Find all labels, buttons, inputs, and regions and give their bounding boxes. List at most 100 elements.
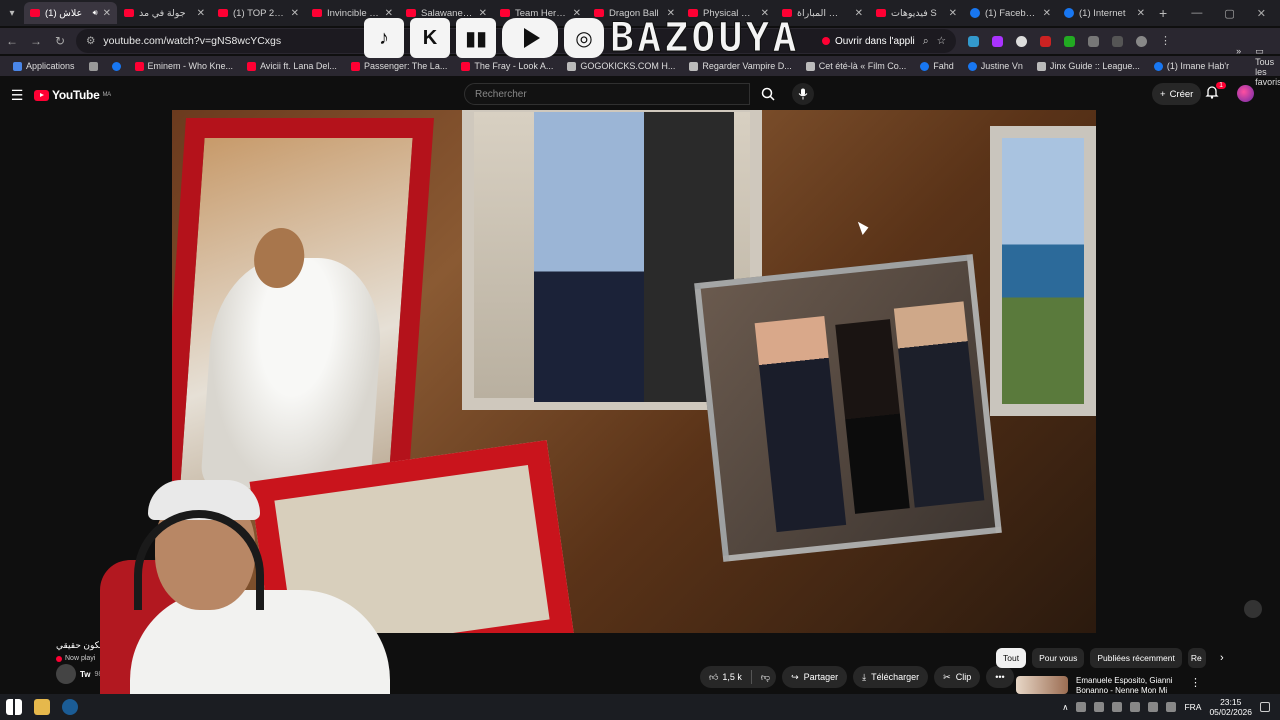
bookmark-item[interactable]: Avicii ft. Lana Del... (240, 61, 344, 71)
browser-tab[interactable]: (1) Facebook ✕ (964, 2, 1057, 24)
bluetooth-icon[interactable] (1112, 702, 1123, 712)
bookmark-item[interactable] (105, 61, 128, 71)
clock[interactable]: 23:15 05/02/2026 (1209, 697, 1252, 717)
bookmark-item[interactable]: Justine Vn (961, 61, 1030, 71)
extension-icon[interactable] (1016, 35, 1027, 47)
voice-search-button[interactable] (792, 83, 814, 105)
browser-menu-icon[interactable]: ⋮ (1160, 35, 1171, 47)
bookmark-item[interactable]: The Fray - Look A... (454, 61, 560, 71)
browser-tab[interactable]: (1) علاش 🔊︎ ✕ (24, 2, 117, 24)
close-tab-icon[interactable]: ✕ (855, 8, 863, 19)
bookmark-item[interactable]: GOGOKICKS.COM H... (560, 61, 682, 71)
zoom-icon[interactable]: ⌕ (923, 35, 929, 48)
extension-icon[interactable] (992, 35, 1003, 47)
open-in-app-button[interactable]: Ouvrir dans l'appli (821, 36, 915, 47)
chip-recently-uploaded[interactable]: Publiées récemment (1090, 648, 1182, 668)
tab-search-icon[interactable]: ▾ (0, 0, 24, 26)
youtube-icon (30, 9, 40, 17)
network-icon[interactable] (1076, 702, 1087, 712)
more-actions-button[interactable]: ••• (986, 666, 1014, 688)
maximize-icon[interactable]: ▢ (1224, 7, 1234, 20)
like-button[interactable]: 👍︎ 1,5 k (709, 672, 742, 683)
bookmark-label: Fahd (933, 61, 954, 71)
download-button[interactable]: ⤓ Télécharger (853, 666, 929, 688)
bookmark-item[interactable]: (1) Imane Hab'r (1147, 61, 1236, 71)
search-input[interactable]: Rechercher (464, 83, 750, 105)
steam-icon[interactable] (62, 699, 78, 715)
microphone-icon[interactable] (1130, 702, 1141, 712)
site-info-icon[interactable]: ⚙ (86, 35, 95, 47)
back-icon[interactable]: ← (0, 34, 24, 48)
windows-start-icon[interactable] (6, 699, 22, 715)
tray-chevron-icon[interactable]: ∧ (1062, 702, 1068, 713)
channel-name[interactable]: Tw (80, 670, 91, 679)
search-button[interactable] (752, 83, 784, 105)
bookmark-item[interactable]: Cet été-là « Film Co... (799, 61, 914, 71)
close-window-icon[interactable]: ✕ (1257, 7, 1266, 20)
new-tab-button[interactable]: + (1151, 5, 1175, 21)
extension-icon[interactable] (968, 35, 979, 47)
chip-for-you[interactable]: Pour vous (1032, 648, 1085, 668)
notifications-button[interactable]: 1 (1204, 82, 1226, 104)
close-tab-icon[interactable]: ✕ (1137, 8, 1145, 19)
app-tray-icon[interactable] (1148, 702, 1159, 712)
bookmark-item[interactable] (82, 61, 105, 71)
search-icon (761, 87, 775, 101)
close-tab-icon[interactable]: ✕ (197, 8, 205, 19)
chip-all[interactable]: Tout (996, 648, 1027, 668)
volume-icon[interactable] (1166, 702, 1177, 712)
bookmark-item[interactable]: Regarder Vampire D... (682, 61, 798, 71)
bookmark-item[interactable]: Jinx Guide :: League... (1030, 61, 1147, 71)
url-text[interactable]: youtube.com/watch?v=gNS8wcYCxgs (103, 35, 281, 47)
input-language[interactable]: FRA (1184, 702, 1201, 712)
video-thumbnail[interactable] (1016, 676, 1068, 694)
bookmark-star-icon[interactable]: ☆ (937, 35, 946, 47)
extensions-puzzle-icon[interactable] (1088, 35, 1099, 47)
close-tab-icon[interactable]: ✕ (103, 8, 111, 19)
close-tab-icon[interactable]: ✕ (291, 8, 299, 19)
bookmark-item[interactable]: Eminem - Who Kne... (128, 61, 241, 71)
create-button[interactable]: + Créer (1152, 83, 1202, 105)
youtube-icon (821, 37, 830, 45)
browser-tab[interactable]: (1) Internet ✕ (1058, 2, 1151, 24)
browser-tab[interactable]: جولة في مد ✕ (118, 2, 211, 24)
forward-icon[interactable]: → (24, 34, 48, 48)
notifications-center-icon[interactable] (1260, 702, 1270, 712)
recommended-video[interactable]: Emanuele Esposito, Gianni Bonanno - Nenn… (1016, 676, 1201, 694)
media-control-icon[interactable] (1112, 35, 1123, 47)
file-explorer-icon[interactable] (34, 699, 50, 715)
usb-icon[interactable] (1094, 702, 1105, 712)
more-vert-icon[interactable]: ⋮ (1190, 676, 1201, 694)
clip-button[interactable]: ✂ Clip (934, 666, 981, 688)
chevron-right-icon[interactable]: › (1212, 648, 1232, 668)
bookmark-item[interactable]: Passenger: The La... (344, 61, 454, 71)
audio-playing-icon[interactable]: 🔊︎ (93, 8, 98, 18)
youtube-logo-text: YouTube (52, 88, 100, 102)
bookmark-label: Passenger: The La... (363, 61, 448, 71)
youtube-logo[interactable]: YouTube MA (34, 88, 111, 102)
recommended-video-title[interactable]: Emanuele Esposito, Gianni Bonanno - Nenn… (1076, 676, 1176, 694)
dislike-button[interactable]: 👎︎ (761, 672, 770, 683)
close-tab-icon[interactable]: ✕ (1043, 8, 1051, 19)
youtube-icon (312, 9, 322, 17)
reload-icon[interactable]: ↻ (48, 34, 72, 48)
channel-avatar[interactable] (56, 664, 76, 684)
bookmark-item[interactable]: Fahd (913, 61, 961, 71)
bookmark-item[interactable]: Applications (6, 61, 82, 71)
share-button[interactable]: ↪ Partager (782, 666, 848, 688)
extension-icon[interactable] (1064, 35, 1075, 47)
folder-icon: ▭ (1255, 45, 1264, 56)
menu-icon[interactable]: ☰ (0, 87, 34, 104)
account-avatar[interactable] (1237, 85, 1254, 102)
player-avatar-icon[interactable] (1244, 600, 1262, 618)
bookmark-label: (1) Imane Hab'r (1166, 61, 1230, 71)
browser-tab[interactable]: فيديوهات S ✕ (870, 2, 963, 24)
extension-icon[interactable] (1040, 35, 1051, 47)
search-placeholder: Rechercher (475, 88, 527, 100)
chip-related[interactable]: Re (1187, 648, 1206, 668)
browser-tab[interactable]: (1) TOP 20 D ✕ (212, 2, 305, 24)
youtube-icon (876, 9, 886, 17)
profile-icon[interactable] (1136, 35, 1147, 47)
minimize-icon[interactable]: — (1191, 7, 1202, 20)
close-tab-icon[interactable]: ✕ (949, 8, 957, 19)
